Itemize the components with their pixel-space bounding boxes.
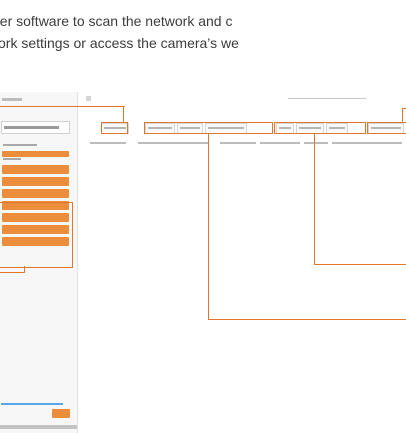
callout-leader (208, 133, 209, 319)
ip-range-text (4, 126, 59, 129)
sidebar-footer (0, 425, 77, 429)
callout-box (274, 122, 366, 134)
device-button[interactable] (2, 189, 69, 198)
device-list-panel (78, 92, 406, 433)
ip-range-input[interactable] (1, 121, 70, 134)
instruction-line-1: der software to scan the network and c (0, 13, 233, 29)
callout-leader (402, 108, 406, 109)
instruction-line-2: ork settings or access the camera’s we (0, 35, 239, 51)
callout-box (101, 122, 128, 134)
apply-button[interactable] (52, 409, 70, 418)
scan-button[interactable] (2, 151, 69, 157)
callout-leader (123, 106, 124, 122)
callout-leader (208, 319, 406, 320)
callout-leader (402, 108, 403, 122)
sidebar-label (3, 158, 21, 160)
sidebar-title (2, 98, 22, 101)
callout-top-left-bar (0, 106, 125, 107)
callout-box (367, 122, 406, 134)
callout-box-sidebar (0, 202, 73, 268)
instruction-text: der software to scan the network and c o… (0, 10, 406, 54)
toolbar-divider (288, 98, 366, 99)
device-button[interactable] (2, 165, 69, 174)
table-row[interactable] (88, 142, 406, 146)
zoom-slider[interactable] (1, 403, 63, 405)
callout-leader (314, 133, 315, 264)
callout-leader (0, 272, 25, 273)
sidebar-label (3, 144, 37, 146)
device-button[interactable] (2, 177, 69, 186)
toolbar-icon[interactable] (86, 96, 91, 101)
callout-leader (314, 264, 406, 265)
